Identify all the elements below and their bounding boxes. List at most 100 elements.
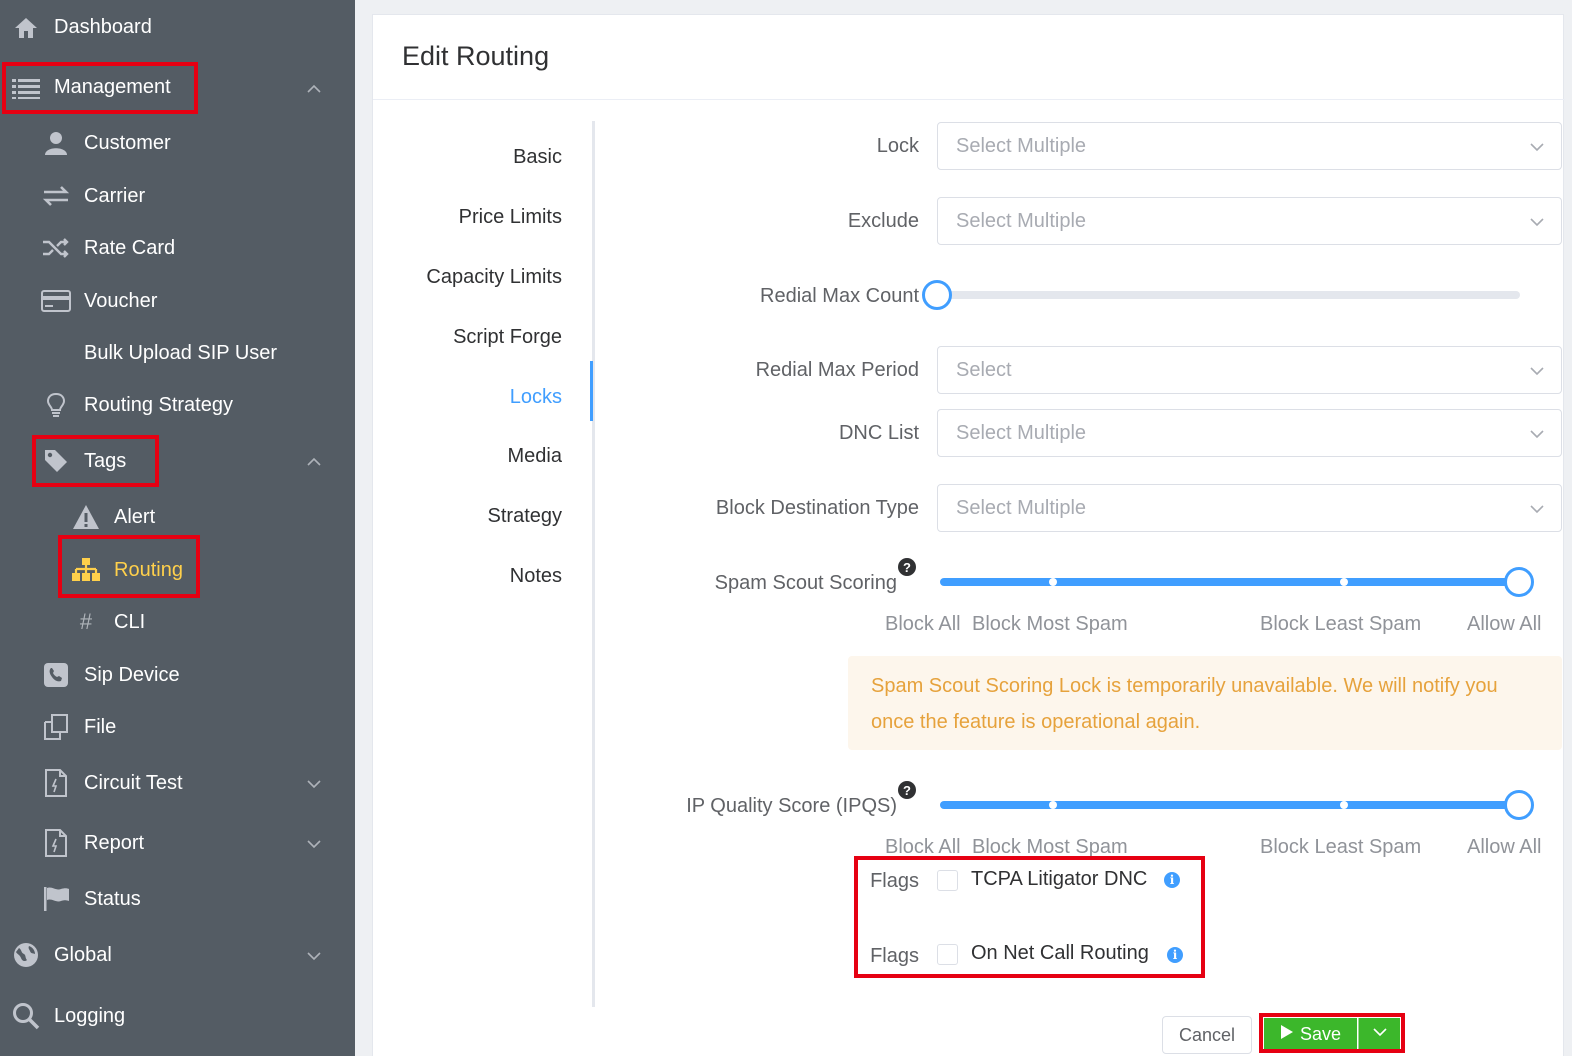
sidebar-item-tags[interactable]: Tags <box>0 436 355 486</box>
sidebar-item-report[interactable]: Report <box>0 818 355 868</box>
slider-mark: Block Least Spam <box>1260 836 1422 858</box>
help-icon[interactable]: ? <box>898 558 916 576</box>
spam-scout-slider-handle[interactable] <box>1504 567 1534 597</box>
exclude-label: Exclude <box>847 210 919 232</box>
tab-strategy[interactable]: Strategy <box>488 505 562 528</box>
sidebar-item-alert[interactable]: Alert <box>0 492 355 542</box>
redial-max-period-select[interactable]: Select <box>937 346 1562 394</box>
tab-notes[interactable]: Notes <box>510 565 562 588</box>
block-destination-type-label: Block Destination Type <box>715 497 919 519</box>
list-icon <box>11 73 41 103</box>
cancel-button[interactable]: Cancel <box>1162 1016 1252 1054</box>
sidebar-item-management[interactable]: Management <box>0 63 355 113</box>
sidebar-item-rate-card[interactable]: Rate Card <box>0 223 355 273</box>
sidebar-item-circuit-test[interactable]: Circuit Test <box>0 758 355 808</box>
sidebar-item-label: Bulk Upload SIP User <box>84 342 278 364</box>
sidebar-item-sip-device[interactable]: Sip Device <box>0 650 355 700</box>
flags-label: Flags <box>870 945 919 967</box>
tag-icon <box>41 446 71 476</box>
sidebar-item-routing-strategy[interactable]: Routing Strategy <box>0 380 355 430</box>
save-dropdown-button[interactable] <box>1358 1018 1400 1051</box>
sidebar-item-dashboard[interactable]: Dashboard <box>0 3 355 53</box>
save-button-label: Save <box>1299 1024 1342 1044</box>
slider-mark: Block Most Spam <box>972 836 1128 858</box>
sidebar-item-label: Routing Strategy <box>84 394 233 416</box>
globe-icon <box>11 940 41 970</box>
sidebar-item-logging[interactable]: Logging <box>0 991 355 1041</box>
spam-scout-slider-track[interactable] <box>940 578 1520 586</box>
help-icon[interactable]: ? <box>898 781 916 799</box>
chevron-down-icon <box>1529 426 1545 442</box>
sidebar-item-label: Routing <box>114 559 183 581</box>
sidebar-item-label: Status <box>84 888 141 910</box>
save-button[interactable]: Save <box>1264 1018 1357 1051</box>
tab-basic[interactable]: Basic <box>513 146 562 169</box>
tab-script-forge[interactable]: Script Forge <box>453 326 562 349</box>
sidebar-item-bulk-upload-sip-user[interactable]: Bulk Upload SIP User <box>0 328 355 378</box>
exclude-select-placeholder: Select Multiple <box>956 210 1087 232</box>
sidebar-item-label: Circuit Test <box>84 772 183 794</box>
slider-stop <box>1340 578 1348 586</box>
lock-label: Lock <box>876 135 919 157</box>
on-net-call-routing-checkbox[interactable] <box>937 944 958 965</box>
sidebar-item-status[interactable]: Status <box>0 874 355 924</box>
sidebar-item-label: Rate Card <box>84 237 176 259</box>
page-title: Edit Routing <box>402 41 550 71</box>
edit-routing-card: Edit Routing Basic Price Limits Capacity… <box>372 14 1565 1056</box>
user-icon <box>41 128 71 158</box>
ipqs-slider-handle[interactable] <box>1504 790 1534 820</box>
block-destination-type-select[interactable]: Select Multiple <box>937 484 1562 532</box>
sidebar-item-label: Logging <box>54 1005 126 1027</box>
flag-icon <box>41 884 71 914</box>
dnc-list-label: DNC List <box>838 422 919 444</box>
sidebar-item-routing[interactable]: Routing <box>0 545 355 595</box>
sidebar-item-label: Sip Device <box>84 664 180 686</box>
sidebar-item-file[interactable]: File <box>0 702 355 752</box>
slider-mark: Allow All <box>1467 613 1542 635</box>
tab-capacity-limits[interactable]: Capacity Limits <box>426 266 562 289</box>
doc-icon <box>41 828 71 858</box>
tcpa-litigator-dnc-label[interactable]: TCPA Litigator DNC <box>971 868 1147 891</box>
sidebar-item-label: CLI <box>114 611 146 633</box>
file-copy-icon <box>41 712 71 742</box>
info-icon[interactable]: i <box>1167 947 1183 963</box>
lock-select[interactable]: Select Multiple <box>937 122 1562 170</box>
chevron-down-icon <box>306 775 322 791</box>
chevron-down-icon <box>1529 214 1545 230</box>
sidebar-item-label: Carrier <box>84 185 146 207</box>
sidebar-item-label: File <box>84 716 117 738</box>
chevron-down-icon <box>1529 501 1545 517</box>
warning-icon <box>71 502 101 532</box>
active-tab-indicator <box>590 361 593 421</box>
sidebar-item-cli[interactable]: # CLI <box>0 597 355 647</box>
card-icon <box>41 286 71 316</box>
info-icon[interactable]: i <box>1164 872 1180 888</box>
slider-mark: Allow All <box>1467 836 1542 858</box>
sidebar-item-global[interactable]: Global <box>0 930 355 980</box>
redial-max-period-label: Redial Max Period <box>755 359 919 381</box>
redial-max-period-placeholder: Select <box>956 359 1012 381</box>
tcpa-litigator-dnc-checkbox[interactable] <box>937 870 958 891</box>
redial-max-count-slider-track[interactable] <box>938 291 1520 299</box>
slider-mark: Block Least Spam <box>1260 613 1422 635</box>
chevron-down-icon <box>1529 139 1545 155</box>
tab-locks[interactable]: Locks <box>510 386 562 409</box>
tab-price-limits[interactable]: Price Limits <box>459 206 562 229</box>
sidebar: Dashboard Management Customer Carrier Ra… <box>0 0 355 1056</box>
sidebar-item-voucher[interactable]: Voucher <box>0 276 355 326</box>
sidebar-item-customer[interactable]: Customer <box>0 118 355 168</box>
bulb-icon <box>41 390 71 420</box>
sidebar-item-label: Dashboard <box>54 16 152 38</box>
on-net-call-routing-label[interactable]: On Net Call Routing <box>971 942 1149 965</box>
chevron-down-icon <box>1372 1024 1388 1045</box>
swap-icon <box>41 181 71 211</box>
dnc-list-placeholder: Select Multiple <box>956 422 1087 444</box>
dnc-list-select[interactable]: Select Multiple <box>937 409 1562 457</box>
redial-max-count-slider-handle[interactable] <box>922 280 952 310</box>
ipqs-slider-track[interactable] <box>940 801 1520 809</box>
exclude-select[interactable]: Select Multiple <box>937 197 1562 245</box>
sidebar-item-carrier[interactable]: Carrier <box>0 171 355 221</box>
block-destination-type-placeholder: Select Multiple <box>956 497 1087 519</box>
tab-media[interactable]: Media <box>508 445 562 468</box>
alert-text-line: Spam Scout Scoring Lock is temporarily u… <box>871 675 1498 697</box>
